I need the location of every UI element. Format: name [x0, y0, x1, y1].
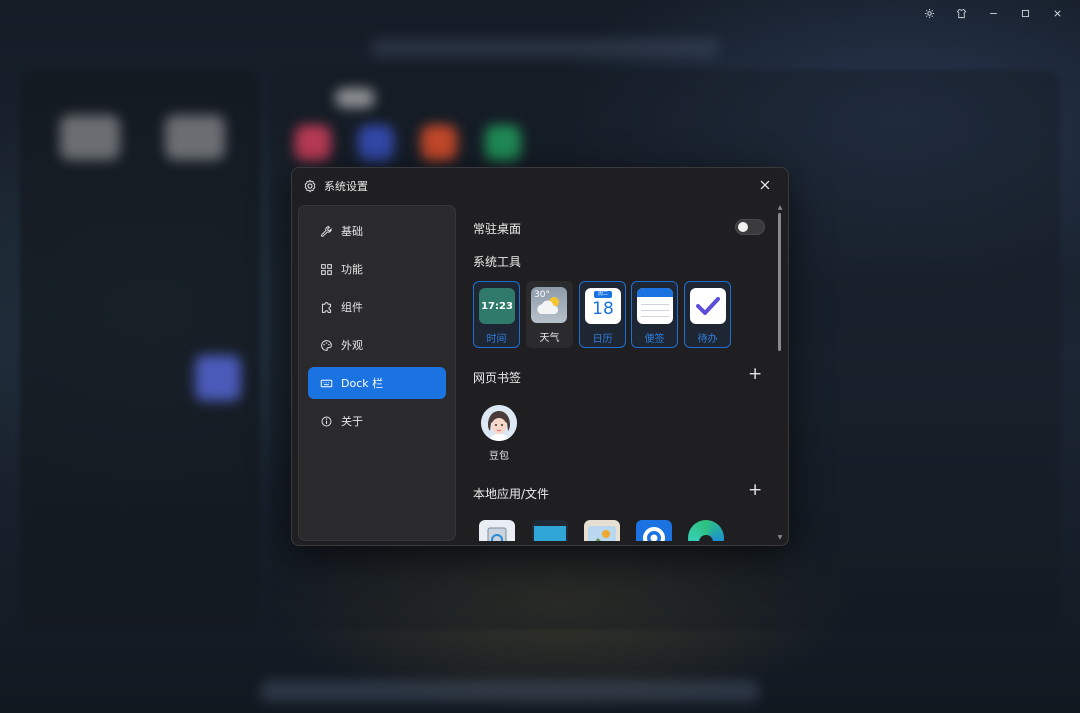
tool-todo[interactable]: 待办	[684, 281, 731, 348]
palette-icon	[319, 338, 333, 352]
photos-app-icon[interactable]	[584, 520, 620, 541]
bg-clock-minutes	[165, 115, 225, 160]
bg-app-2	[358, 125, 394, 161]
close-icon[interactable]	[758, 178, 772, 192]
bg-search	[370, 38, 720, 58]
doubao-avatar-icon	[481, 405, 517, 441]
gear-icon	[304, 179, 316, 193]
bookmark-doubao[interactable]: 豆包	[479, 405, 519, 462]
sidebar-item-label: 基础	[341, 225, 363, 238]
tool-weather[interactable]: 30° 天气	[526, 281, 573, 348]
keyboard-icon	[319, 376, 333, 390]
info-icon	[319, 414, 333, 428]
gear-icon[interactable]	[916, 4, 942, 22]
sidebar-item-label: 关于	[341, 415, 363, 428]
bg-dock	[260, 680, 760, 702]
scroll-thumb[interactable]	[778, 213, 781, 351]
settings-sidebar: 基础 功能 组件 外观 Dock 栏 关于	[298, 205, 456, 541]
tool-label: 待办	[697, 334, 718, 345]
clock-icon-text: 17:23	[481, 300, 513, 312]
bg-app-3	[421, 125, 457, 161]
toggle-knob	[738, 222, 748, 232]
calendar-icon-day: 18	[592, 299, 614, 319]
settings-app-icon[interactable]	[636, 520, 672, 541]
bg-widget-icon	[195, 355, 241, 401]
dialog-header: 系统设置	[292, 168, 788, 204]
local-apps-label: 本地应用/文件	[473, 487, 550, 501]
tool-label: 便签	[644, 334, 665, 345]
bg-tab	[335, 88, 375, 108]
scroll-down-icon[interactable]: ▼	[777, 535, 783, 541]
sidebar-item-label: 组件	[341, 301, 363, 314]
puzzle-icon	[319, 300, 333, 314]
maximize-icon[interactable]	[1012, 4, 1038, 22]
weather-icon: 30°	[531, 287, 567, 323]
bookmark-label: 豆包	[489, 451, 509, 462]
sidebar-item-label: 功能	[341, 263, 363, 276]
notes-icon	[637, 288, 673, 324]
sidebar-item-appearance[interactable]: 外观	[308, 329, 446, 361]
add-bookmark-button[interactable]: +	[748, 366, 762, 383]
minimize-icon[interactable]	[980, 4, 1006, 22]
wrench-icon	[319, 224, 333, 238]
sidebar-item-basic[interactable]: 基础	[308, 215, 446, 247]
scroll-up-icon[interactable]: ▲	[777, 205, 783, 211]
pin-desktop-label: 常驻桌面	[473, 222, 522, 236]
tool-label: 日历	[592, 334, 613, 345]
sidebar-item-widgets[interactable]: 组件	[308, 291, 446, 323]
tool-notes[interactable]: 便签	[631, 281, 678, 348]
bg-app-4	[485, 125, 521, 161]
pin-desktop-toggle[interactable]	[735, 219, 765, 235]
bg-clock-hours	[60, 115, 120, 160]
tool-label: 时间	[486, 334, 507, 345]
window-controls	[916, 4, 1070, 22]
sidebar-item-label: Dock 栏	[341, 377, 384, 390]
sidebar-item-label: 外观	[341, 339, 363, 352]
edge-browser-icon[interactable]	[688, 520, 724, 541]
calendar-icon-header: 周二	[594, 291, 612, 298]
tool-label: 天气	[539, 333, 560, 344]
bookmarks-label: 网页书签	[473, 371, 522, 385]
bg-app-1	[295, 125, 331, 161]
settings-content: 常驻桌面 系统工具 17:23 时间 30° 天气 周二 18 日历 便签 待办…	[473, 205, 773, 541]
shirt-icon[interactable]	[948, 4, 974, 22]
todo-check-icon	[690, 288, 726, 324]
clock-icon: 17:23	[479, 288, 515, 324]
grid-icon	[319, 262, 333, 276]
content-scrollbar[interactable]: ▲ ▼	[777, 205, 783, 541]
tool-calendar[interactable]: 周二 18 日历	[579, 281, 626, 348]
sidebar-item-dock[interactable]: Dock 栏	[308, 367, 446, 399]
tool-time[interactable]: 17:23 时间	[473, 281, 520, 348]
sidebar-item-features[interactable]: 功能	[308, 253, 446, 285]
close-icon[interactable]	[1044, 4, 1070, 22]
dialog-title: 系统设置	[324, 180, 368, 193]
calendar-icon: 周二 18	[585, 288, 621, 324]
monitor-icon[interactable]	[532, 520, 568, 541]
sidebar-item-about[interactable]: 关于	[308, 405, 446, 437]
recycle-bin-icon[interactable]	[479, 520, 515, 541]
settings-dialog: 系统设置 基础 功能 组件 外观 Dock 栏 关于 常驻桌面 系统工具 17:…	[291, 167, 789, 546]
add-local-app-button[interactable]: +	[748, 482, 762, 499]
system-tools-label: 系统工具	[473, 255, 522, 269]
